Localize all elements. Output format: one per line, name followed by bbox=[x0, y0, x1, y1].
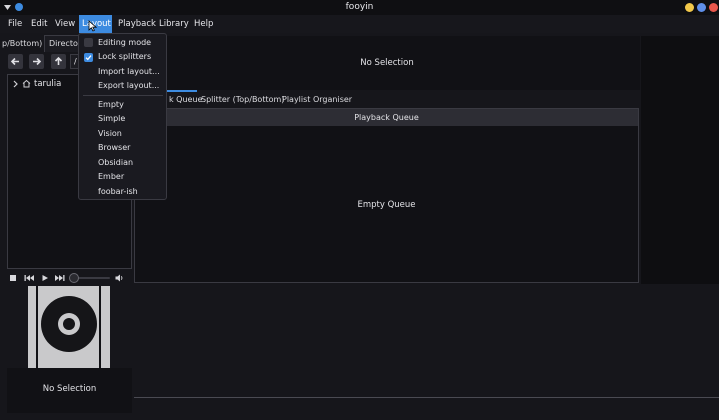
tab-playback-queue[interactable]: k Queue bbox=[169, 92, 202, 108]
track-info-panel: No Selection bbox=[7, 368, 132, 413]
seek-handle[interactable] bbox=[69, 273, 79, 283]
back-button[interactable] bbox=[8, 54, 23, 69]
player-controls bbox=[5, 271, 133, 285]
arrow-left-icon bbox=[10, 57, 19, 66]
up-button[interactable] bbox=[51, 54, 66, 69]
editing-mode-checkbox[interactable] bbox=[84, 38, 93, 47]
maximize-button[interactable] bbox=[697, 3, 706, 12]
tab-splitter-bottom[interactable]: p/Bottom) bbox=[2, 36, 42, 52]
menu-item-export-layout[interactable]: Export layout... bbox=[98, 80, 159, 92]
menu-view[interactable]: View bbox=[52, 15, 78, 33]
skip-next-icon[interactable] bbox=[55, 274, 65, 282]
menu-playback[interactable]: Playback bbox=[115, 15, 159, 33]
window-title: fooyin bbox=[345, 2, 374, 12]
queue-header[interactable]: Playback Queue bbox=[135, 109, 638, 126]
forward-button[interactable] bbox=[29, 54, 44, 69]
menu-edit[interactable]: Edit bbox=[28, 15, 50, 33]
menu-item-obsidian[interactable]: Obsidian bbox=[98, 157, 133, 169]
arrow-up-icon bbox=[54, 56, 63, 65]
tab-splitter-top-bottom[interactable]: Splitter (Top/Bottom) bbox=[201, 92, 284, 108]
album-artwork bbox=[28, 286, 110, 368]
right-panel bbox=[641, 36, 719, 284]
selection-info-text: No Selection bbox=[360, 58, 414, 68]
menu-item-vision[interactable]: Vision bbox=[98, 128, 122, 140]
status-divider bbox=[134, 397, 719, 398]
playback-queue-panel[interactable]: Playback Queue Empty Queue bbox=[134, 108, 639, 283]
skip-previous-icon[interactable] bbox=[24, 274, 34, 282]
play-icon[interactable] bbox=[41, 274, 49, 282]
selection-info-panel: No Selection bbox=[134, 36, 640, 90]
lock-splitters-checkbox[interactable] bbox=[84, 53, 93, 62]
menu-item-editing-mode[interactable]: Editing mode bbox=[98, 37, 151, 49]
menu-separator bbox=[83, 95, 163, 96]
tab-playlist-organiser[interactable]: Playlist Organiser bbox=[282, 92, 352, 108]
menu-item-simple[interactable]: Simple bbox=[98, 113, 125, 125]
status-area bbox=[134, 284, 719, 420]
menu-help[interactable]: Help bbox=[191, 15, 216, 33]
menu-item-empty[interactable]: Empty bbox=[98, 99, 124, 111]
menu-item-lock-splitters[interactable]: Lock splitters bbox=[98, 51, 151, 63]
home-icon bbox=[22, 79, 31, 88]
tree-item-label: tarulia bbox=[34, 79, 62, 89]
layout-dropdown-menu: Editing mode Lock splitters Import layou… bbox=[78, 33, 167, 200]
track-info-text: No Selection bbox=[42, 384, 97, 394]
mouse-cursor-icon bbox=[88, 20, 97, 32]
stop-icon[interactable] bbox=[9, 274, 17, 282]
empty-queue-text: Empty Queue bbox=[357, 200, 416, 210]
menu-item-browser[interactable]: Browser bbox=[98, 142, 130, 154]
menu-library[interactable]: Library bbox=[156, 15, 192, 33]
title-bar: fooyin bbox=[0, 0, 719, 15]
arrow-right-icon bbox=[33, 57, 42, 66]
center-tab-bar: k Queue Splitter (Top/Bottom) Playlist O… bbox=[134, 90, 640, 108]
menu-item-ember[interactable]: Ember bbox=[98, 171, 124, 183]
volume-icon[interactable] bbox=[115, 274, 124, 282]
menu-item-foobar-ish[interactable]: foobar-ish bbox=[98, 186, 138, 198]
menu-bar: File Edit View Layout Playback Library H… bbox=[0, 15, 719, 33]
menu-file[interactable]: File bbox=[5, 15, 25, 33]
disc-icon bbox=[41, 296, 97, 352]
minimize-button[interactable] bbox=[685, 3, 694, 12]
check-icon bbox=[85, 55, 92, 61]
chevron-right-icon[interactable] bbox=[12, 80, 19, 88]
close-button[interactable] bbox=[709, 3, 718, 12]
menu-item-import-layout[interactable]: Import layout... bbox=[98, 66, 160, 78]
